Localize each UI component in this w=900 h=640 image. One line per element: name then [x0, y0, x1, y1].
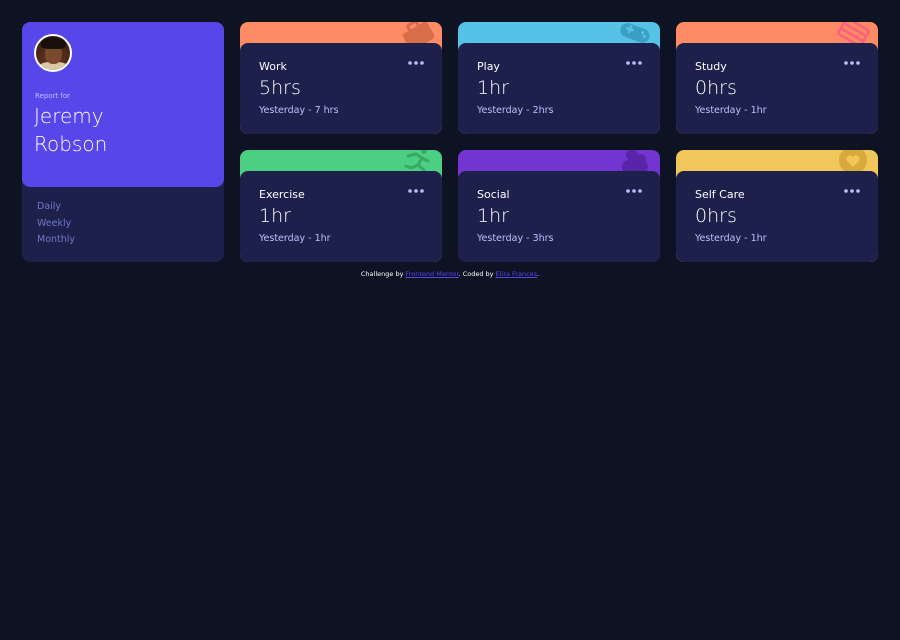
period-monthly[interactable]: Monthly: [37, 234, 75, 251]
profile-card: Report for Jeremy Robson Daily Weekly Mo…: [22, 22, 224, 262]
user-avatar: [34, 34, 72, 72]
activity-title: Play: [477, 60, 500, 73]
activity-card-body: Play 1hr Yesterday - 2hrs: [458, 43, 660, 134]
activity-current-hours: 0hrs: [695, 205, 737, 227]
period-daily[interactable]: Daily: [37, 201, 75, 218]
activity-card-body: Self Care 0hrs Yesterday - 1hr: [676, 171, 878, 262]
activity-card-self-care[interactable]: Self Care 0hrs Yesterday - 1hr: [676, 150, 878, 262]
report-for-label: Report for: [35, 92, 71, 100]
activity-current-hours: 1hr: [477, 77, 509, 99]
activity-card-exercise[interactable]: Exercise 1hr Yesterday - 1hr: [240, 150, 442, 262]
activity-card-social[interactable]: Social 1hr Yesterday - 3hrs: [458, 150, 660, 262]
activity-card-body: Social 1hr Yesterday - 3hrs: [458, 171, 660, 262]
user-name: Jeremy Robson: [34, 102, 214, 158]
activity-current-hours: 5hrs: [259, 77, 301, 99]
activity-title: Social: [477, 188, 510, 201]
user-first-name: Jeremy: [34, 104, 104, 128]
time-tracking-dashboard: Report for Jeremy Robson Daily Weekly Mo…: [22, 22, 878, 262]
activity-card-body: Exercise 1hr Yesterday - 1hr: [240, 171, 442, 262]
ellipsis-icon[interactable]: [626, 186, 642, 196]
activity-title: Exercise: [259, 188, 305, 201]
activity-previous-hours: Yesterday - 7 hrs: [259, 105, 339, 116]
footer-middle: . Coded by: [458, 270, 496, 278]
activity-card-body: Study 0hrs Yesterday - 1hr: [676, 43, 878, 134]
activity-previous-hours: Yesterday - 1hr: [695, 105, 767, 116]
ellipsis-icon[interactable]: [408, 186, 424, 196]
footer-suffix: .: [537, 270, 540, 278]
user-last-name: Robson: [34, 132, 108, 156]
activity-card-work[interactable]: Work 5hrs Yesterday - 7 hrs: [240, 22, 442, 134]
ellipsis-icon[interactable]: [844, 186, 860, 196]
activity-current-hours: 1hr: [477, 205, 509, 227]
activity-previous-hours: Yesterday - 3hrs: [477, 233, 554, 244]
frontend-mentor-link[interactable]: Frontend Mentor: [405, 270, 458, 278]
footer-prefix: Challenge by: [360, 270, 406, 278]
activity-previous-hours: Yesterday - 2hrs: [477, 105, 554, 116]
ellipsis-icon[interactable]: [408, 58, 424, 68]
activity-title: Work: [259, 60, 287, 73]
ellipsis-icon[interactable]: [626, 58, 642, 68]
avatar-hair: [41, 37, 66, 49]
ellipsis-icon[interactable]: [844, 58, 860, 68]
activity-current-hours: 0hrs: [695, 77, 737, 99]
period-weekly[interactable]: Weekly: [37, 218, 75, 235]
activity-card-body: Work 5hrs Yesterday - 7 hrs: [240, 43, 442, 134]
profile-header: Report for Jeremy Robson: [22, 22, 224, 187]
activity-previous-hours: Yesterday - 1hr: [259, 233, 331, 244]
activity-card-study[interactable]: Study 0hrs Yesterday - 1hr: [676, 22, 878, 134]
activity-current-hours: 1hr: [259, 205, 291, 227]
author-link[interactable]: Elira Frances: [496, 270, 537, 278]
activity-title: Self Care: [695, 188, 745, 201]
activity-title: Study: [695, 60, 727, 73]
attribution-footer: Challenge by Frontend Mentor. Coded by E…: [0, 270, 900, 278]
activity-card-play[interactable]: Play 1hr Yesterday - 2hrs: [458, 22, 660, 134]
period-selector: Daily Weekly Monthly: [37, 201, 75, 251]
activity-previous-hours: Yesterday - 1hr: [695, 233, 767, 244]
